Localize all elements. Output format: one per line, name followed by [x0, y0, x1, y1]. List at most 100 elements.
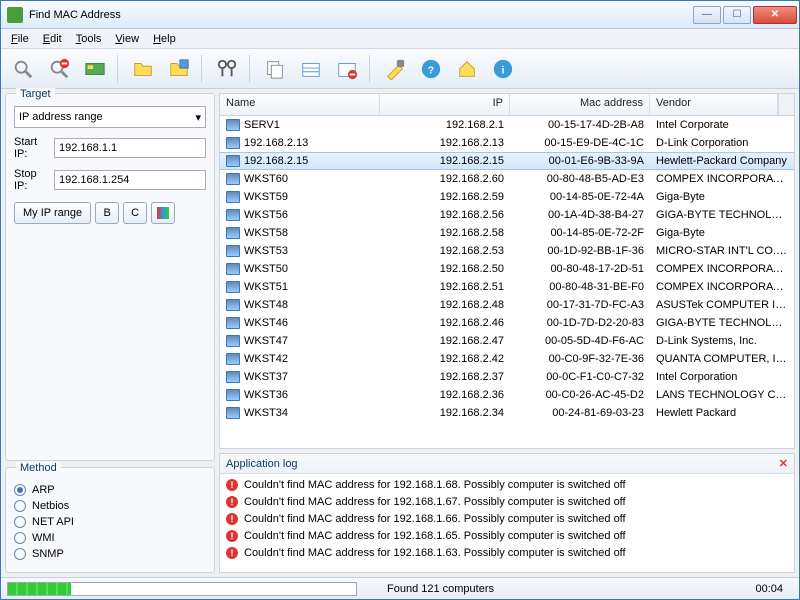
export-button[interactable]: [295, 53, 327, 85]
chevron-down-icon: ▾: [195, 111, 201, 124]
target-group-label: Target: [16, 88, 55, 100]
log-entry: !Couldn't find MAC address for 192.168.1…: [222, 510, 792, 527]
table-row[interactable]: WKST50192.168.2.5000-80-48-17-2D-51COMPE…: [220, 260, 794, 278]
method-option-snmp[interactable]: SNMP: [14, 548, 206, 560]
menubar: File Edit Tools View Help: [1, 29, 799, 49]
computer-icon: [226, 119, 240, 131]
nic-button[interactable]: [79, 53, 111, 85]
radio-icon: [14, 548, 26, 560]
start-ip-label: Start IP:: [14, 136, 48, 160]
stop-ip-input[interactable]: [54, 170, 206, 190]
computer-icon: [226, 299, 240, 311]
body: Target IP address range ▾ Start IP: Stop…: [1, 89, 799, 577]
menu-tools[interactable]: Tools: [70, 31, 108, 47]
menu-edit[interactable]: Edit: [37, 31, 68, 47]
computer-icon: [226, 353, 240, 365]
method-group-label: Method: [16, 462, 61, 474]
table-row[interactable]: WKST36192.168.2.3600-C0-26-AC-45-D2LANS …: [220, 386, 794, 404]
table-row[interactable]: 192.168.2.15192.168.2.1500-01-E6-9B-33-9…: [220, 152, 794, 170]
col-name[interactable]: Name: [220, 94, 380, 115]
log-entry: !Couldn't find MAC address for 192.168.1…: [222, 527, 792, 544]
class-b-button[interactable]: B: [95, 202, 119, 224]
app-window: Find MAC Address — ☐ ✕ File Edit Tools V…: [0, 0, 800, 600]
error-icon: !: [226, 547, 238, 559]
about-button[interactable]: i: [487, 53, 519, 85]
home-button[interactable]: [451, 53, 483, 85]
col-ip[interactable]: IP: [380, 94, 510, 115]
radio-icon: [14, 532, 26, 544]
target-mode-value: IP address range: [19, 111, 103, 123]
col-mac[interactable]: Mac address: [510, 94, 650, 115]
titlebar[interactable]: Find MAC Address — ☐ ✕: [1, 1, 799, 29]
method-option-arp[interactable]: ARP: [14, 484, 206, 496]
maximize-button[interactable]: ☐: [723, 6, 751, 24]
error-icon: !: [226, 530, 238, 542]
minimize-button[interactable]: —: [693, 6, 721, 24]
col-vendor[interactable]: Vendor: [650, 94, 778, 115]
computer-icon: [226, 227, 240, 239]
method-option-wmi[interactable]: WMI: [14, 532, 206, 544]
class-c-button[interactable]: C: [123, 202, 147, 224]
scan-button[interactable]: [7, 53, 39, 85]
settings-button[interactable]: [379, 53, 411, 85]
toolbar: ? i: [1, 49, 799, 89]
computer-icon: [226, 317, 240, 329]
color-toggle-button[interactable]: [151, 202, 175, 224]
stop-ip-label: Stop IP:: [14, 168, 48, 192]
target-group: Target IP address range ▾ Start IP: Stop…: [5, 93, 215, 461]
table-row[interactable]: WKST34192.168.2.3400-24-81-69-03-23Hewle…: [220, 404, 794, 422]
table-row[interactable]: WKST59192.168.2.5900-14-85-0E-72-4AGiga-…: [220, 188, 794, 206]
close-button[interactable]: ✕: [753, 6, 797, 24]
computer-icon: [226, 335, 240, 347]
log-title: Application log: [226, 458, 298, 470]
open-button[interactable]: [127, 53, 159, 85]
log-entry: !Couldn't find MAC address for 192.168.1…: [222, 476, 792, 493]
log-close-button[interactable]: ✕: [779, 457, 788, 470]
delete-button[interactable]: [331, 53, 363, 85]
save-button[interactable]: [163, 53, 195, 85]
help-button[interactable]: ?: [415, 53, 447, 85]
method-group: Method ARPNetbiosNET APIWMISNMP: [5, 467, 215, 573]
right-panel: Name IP Mac address Vendor SERV1192.168.…: [219, 93, 795, 573]
menu-help[interactable]: Help: [147, 31, 182, 47]
grid-rows[interactable]: SERV1192.168.2.100-15-17-4D-2B-A8Intel C…: [220, 116, 794, 448]
menu-view[interactable]: View: [109, 31, 145, 47]
method-option-netbios[interactable]: Netbios: [14, 500, 206, 512]
copy-button[interactable]: [259, 53, 291, 85]
computer-icon: [226, 263, 240, 275]
computer-icon: [226, 371, 240, 383]
radio-icon: [14, 484, 26, 496]
window-title: Find MAC Address: [29, 9, 693, 21]
table-row[interactable]: WKST58192.168.2.5800-14-85-0E-72-2FGiga-…: [220, 224, 794, 242]
find-button[interactable]: [211, 53, 243, 85]
computer-icon: [226, 407, 240, 419]
table-row[interactable]: WKST47192.168.2.4700-05-5D-4D-F6-ACD-Lin…: [220, 332, 794, 350]
log-body[interactable]: !Couldn't find MAC address for 192.168.1…: [220, 474, 794, 572]
svg-text:?: ?: [428, 65, 434, 76]
computer-icon: [226, 155, 240, 167]
table-row[interactable]: WKST46192.168.2.4600-1D-7D-D2-20-83GIGA-…: [220, 314, 794, 332]
method-option-net-api[interactable]: NET API: [14, 516, 206, 528]
computer-icon: [226, 389, 240, 401]
table-row[interactable]: 192.168.2.13192.168.2.1300-15-E9-DE-4C-1…: [220, 134, 794, 152]
table-row[interactable]: WKST56192.168.2.5600-1A-4D-38-B4-27GIGA-…: [220, 206, 794, 224]
menu-file[interactable]: File: [5, 31, 35, 47]
target-mode-combo[interactable]: IP address range ▾: [14, 106, 206, 128]
table-row[interactable]: WKST42192.168.2.4200-C0-9F-32-7E-36QUANT…: [220, 350, 794, 368]
stop-scan-button[interactable]: [43, 53, 75, 85]
computer-icon: [226, 137, 240, 149]
results-grid: Name IP Mac address Vendor SERV1192.168.…: [219, 93, 795, 449]
computer-icon: [226, 281, 240, 293]
table-row[interactable]: WKST60192.168.2.6000-80-48-B5-AD-E3COMPE…: [220, 170, 794, 188]
window-controls: — ☐ ✕: [693, 6, 797, 24]
computer-icon: [226, 191, 240, 203]
start-ip-input[interactable]: [54, 138, 206, 158]
table-row[interactable]: WKST53192.168.2.5300-1D-92-BB-1F-36MICRO…: [220, 242, 794, 260]
table-row[interactable]: WKST37192.168.2.3700-0C-F1-C0-C7-32Intel…: [220, 368, 794, 386]
table-row[interactable]: SERV1192.168.2.100-15-17-4D-2B-A8Intel C…: [220, 116, 794, 134]
my-ip-range-button[interactable]: My IP range: [14, 202, 91, 224]
computer-icon: [226, 173, 240, 185]
table-row[interactable]: WKST51192.168.2.5100-80-48-31-BE-F0COMPE…: [220, 278, 794, 296]
progress-bar: [7, 582, 357, 596]
table-row[interactable]: WKST48192.168.2.4800-17-31-7D-FC-A3ASUST…: [220, 296, 794, 314]
